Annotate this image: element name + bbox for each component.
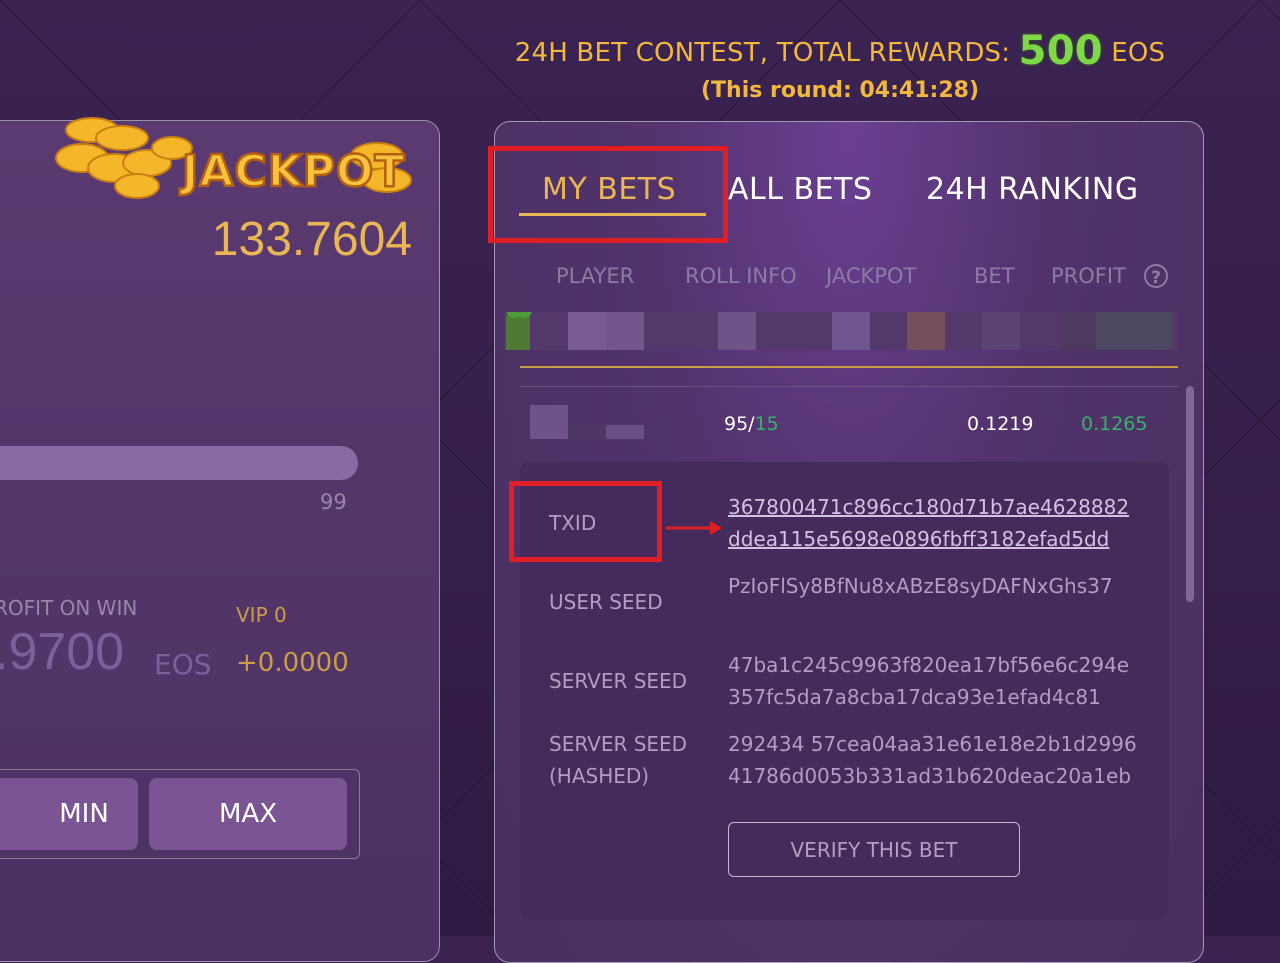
profit-on-win-label: ROFIT ON WIN xyxy=(0,596,138,620)
roll-slider[interactable] xyxy=(0,446,358,480)
server-seed-label: SERVER SEED xyxy=(549,669,688,693)
jackpot-logo-text: JACKPOT xyxy=(179,146,405,197)
highlight-my-bets xyxy=(488,146,728,243)
user-seed-value: PzIoFlSy8BfNu8xABzE8syDAFNxGhs37 xyxy=(728,574,1113,598)
help-icon[interactable]: ? xyxy=(1144,264,1168,288)
scrollbar[interactable] xyxy=(1186,386,1194,602)
server-seed-hashed-label-line2: (HASHED) xyxy=(549,764,650,788)
col-header-profit: PROFIT xyxy=(1051,264,1126,288)
vip-level-label: VIP 0 xyxy=(236,603,287,627)
slider-max-label: 99 xyxy=(320,490,347,514)
highlight-txid xyxy=(509,481,662,562)
profit-value: 0.1265 xyxy=(1081,413,1148,435)
profit-unit: EOS xyxy=(154,648,212,681)
server-seed-value: 47ba1c245c9963f820ea17bf56e6c294e357fc5d… xyxy=(728,653,1130,709)
contest-prefix: 24H BET CONTEST, TOTAL REWARDS: xyxy=(514,38,1019,68)
header-divider xyxy=(520,366,1178,368)
txid-link[interactable]: 367800471c896cc180d71b7ae4628882ddea115e… xyxy=(728,491,1138,555)
col-header-bet: BET xyxy=(974,264,1015,288)
col-header-roll-info: ROLL INFO xyxy=(685,264,797,288)
user-seed-label: USER SEED xyxy=(549,590,663,614)
server-seed-hashed-label-line1: SERVER SEED xyxy=(549,732,688,756)
arrow-icon xyxy=(666,521,722,535)
row-divider xyxy=(520,386,1178,387)
col-header-jackpot: JACKPOT xyxy=(826,264,917,288)
pixelated-player xyxy=(530,405,644,439)
clover-icon xyxy=(506,316,530,350)
jackpot-logo: JACKPOT xyxy=(55,117,412,199)
contest-unit: EOS xyxy=(1102,38,1166,68)
server-seed-hashed-value: 292434 57cea04aa31e61e18e2b1d299641786d0… xyxy=(728,732,1137,788)
round-timer: (This round: 04:41:28) xyxy=(700,78,979,103)
min-button[interactable]: MIN xyxy=(0,778,138,850)
jackpot-value: 133.7604 xyxy=(211,213,412,266)
min-button-label: MIN xyxy=(59,799,109,829)
tab-all-bets[interactable]: ALL BETS xyxy=(728,172,872,207)
max-button[interactable]: MAX xyxy=(149,778,347,850)
verify-bet-button[interactable]: VERIFY THIS BET xyxy=(728,822,1020,877)
profit-on-win-value: .9700 xyxy=(0,623,125,681)
col-header-player: PLAYER xyxy=(556,264,635,288)
roll-target: 15 xyxy=(754,413,779,435)
bet-value: 0.1219 xyxy=(967,413,1034,435)
contest-amount: 500 xyxy=(1018,28,1103,74)
tab-24h-ranking[interactable]: 24H RANKING xyxy=(926,172,1139,207)
contest-banner: 24H BET CONTEST, TOTAL REWARDS: 500 EOS xyxy=(440,28,1240,74)
vip-bonus-value: +0.0000 xyxy=(236,648,349,678)
roll-info-value: 95/15 xyxy=(724,413,779,435)
roll-result: 95/ xyxy=(724,413,755,435)
pixelated-row xyxy=(504,312,1178,350)
server-seed-hashed-label: SERVER SEED (HASHED) xyxy=(549,728,687,792)
